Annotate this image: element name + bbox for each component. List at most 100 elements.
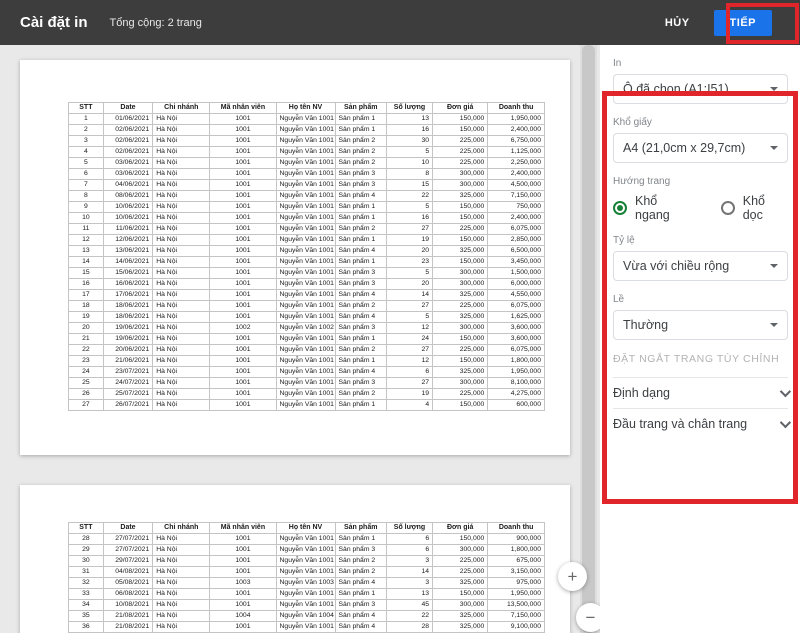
- cancel-button[interactable]: HỦY: [651, 9, 704, 37]
- table-cell: 6,075,000: [488, 301, 545, 312]
- table-cell: 150,000: [433, 257, 488, 268]
- table-header-cell: Date: [103, 523, 153, 534]
- table-cell: Hà Nội: [153, 578, 210, 589]
- next-button[interactable]: TIẾP: [714, 10, 772, 36]
- table-cell: Hà Nội: [153, 367, 210, 378]
- table-cell: 15/06/2021: [103, 268, 153, 279]
- table-cell: Nguyễn Văn 1001: [276, 301, 335, 312]
- orientation-label: Hướng trang: [613, 176, 788, 187]
- table-cell: 30: [69, 556, 104, 567]
- table-row: 2423/07/2021Hà Nội1001Nguyễn Văn 1001Sản…: [69, 367, 545, 378]
- table-cell: 13/06/2021: [103, 246, 153, 257]
- table-cell: 1001: [210, 169, 276, 180]
- table-cell: Nguyễn Văn 1001: [276, 279, 335, 290]
- table-cell: 150,000: [433, 400, 488, 411]
- table-cell: 25/07/2021: [103, 389, 153, 400]
- table-cell: Hà Nội: [153, 158, 210, 169]
- radio-portrait[interactable]: Khổ dọc: [721, 194, 788, 222]
- table-cell: 7: [69, 180, 104, 191]
- table-cell: 12: [69, 235, 104, 246]
- table-cell: 6: [69, 169, 104, 180]
- table-cell: 04/06/2021: [103, 180, 153, 191]
- table-cell: Nguyễn Văn 1001: [276, 246, 335, 257]
- paper-size-dropdown[interactable]: A4 (21,0cm x 29,7cm): [613, 133, 788, 163]
- table-cell: 225,000: [433, 389, 488, 400]
- table-cell: Nguyễn Văn 1001: [276, 389, 335, 400]
- table-cell: Nguyễn Văn 1001: [276, 180, 335, 191]
- custom-page-breaks-button[interactable]: ĐẶT NGẮT TRANG TÙY CHỈNH: [613, 353, 788, 365]
- table-cell: Nguyễn Văn 1001: [276, 257, 335, 268]
- radio-landscape[interactable]: Khổ ngang: [613, 194, 695, 222]
- table-cell: 2,850,000: [488, 235, 545, 246]
- table-cell: 300,000: [433, 180, 488, 191]
- table-cell: 1001: [210, 334, 276, 345]
- table-row: 3205/08/2021Hà Nội1003Nguyễn Văn 1003Sản…: [69, 578, 545, 589]
- preview-scrollbar-track[interactable]: [580, 45, 597, 633]
- scale-dropdown[interactable]: Vừa với chiều rộng: [613, 251, 788, 281]
- table-cell: 27: [386, 345, 432, 356]
- table-cell: 1,950,000: [488, 367, 545, 378]
- table-cell: Nguyễn Văn 1001: [276, 224, 335, 235]
- table-row: 1515/06/2021Hà Nội1001Nguyễn Văn 1001Sản…: [69, 268, 545, 279]
- table-cell: 1001: [210, 279, 276, 290]
- table-cell: 3,600,000: [488, 323, 545, 334]
- table-cell: 5: [386, 312, 432, 323]
- table-cell: 3: [69, 136, 104, 147]
- table-cell: Hà Nội: [153, 301, 210, 312]
- table-row: 2220/06/2021Hà Nội1001Nguyễn Văn 1001Sản…: [69, 345, 545, 356]
- paper-size-label: Khổ giấy: [613, 117, 788, 128]
- zoom-in-button[interactable]: +: [558, 562, 587, 591]
- table-cell: 17: [69, 290, 104, 301]
- table-cell: Sản phẩm 1: [335, 235, 386, 246]
- table-row: 2321/06/2021Hà Nội1001Nguyễn Văn 1001Sản…: [69, 356, 545, 367]
- table-cell: 325,000: [433, 191, 488, 202]
- table-cell: Nguyễn Văn 1001: [276, 567, 335, 578]
- table-cell: 3: [386, 556, 432, 567]
- table-cell: 18: [69, 301, 104, 312]
- table-cell: 1,125,000: [488, 147, 545, 158]
- preview-scrollbar-thumb[interactable]: [582, 45, 595, 633]
- table-cell: 1001: [210, 389, 276, 400]
- table-cell: 22: [69, 345, 104, 356]
- table-cell: 1001: [210, 191, 276, 202]
- headers-footers-section-toggle[interactable]: Đầu trang và chân trang: [613, 408, 788, 439]
- table-cell: 600,000: [488, 400, 545, 411]
- dropdown-arrow-icon: [770, 264, 778, 268]
- table-cell: 1001: [210, 312, 276, 323]
- table-cell: 150,000: [433, 356, 488, 367]
- table-cell: 03/06/2021: [103, 158, 153, 169]
- margins-dropdown[interactable]: Thường: [613, 310, 788, 340]
- table-row: 1111/06/2021Hà Nội1001Nguyễn Văn 1001Sản…: [69, 224, 545, 235]
- table-cell: Hà Nội: [153, 589, 210, 600]
- table-cell: Nguyễn Văn 1001: [276, 169, 335, 180]
- print-range-dropdown[interactable]: Ô đã chọn (A1:I51): [613, 74, 788, 104]
- table-cell: 4: [69, 147, 104, 158]
- table-cell: 12/06/2021: [103, 235, 153, 246]
- table-cell: Nguyễn Văn 1001: [276, 213, 335, 224]
- table-header-cell: Đơn giá: [433, 523, 488, 534]
- table-cell: Nguyễn Văn 1001: [276, 158, 335, 169]
- table-cell: 150,000: [433, 334, 488, 345]
- table-cell: 19: [69, 312, 104, 323]
- zoom-out-button[interactable]: −: [576, 603, 600, 632]
- table-cell: 1,800,000: [488, 356, 545, 367]
- table-cell: Hà Nội: [153, 600, 210, 611]
- table-row: 3521/08/2021Hà Nội1004Nguyễn Văn 1004Sản…: [69, 611, 545, 622]
- table-cell: 36: [69, 622, 104, 633]
- settings-panel: In Ô đã chọn (A1:I51) Khổ giấy A4 (21,0c…: [600, 45, 800, 633]
- table-row: 2726/07/2021Hà Nội1001Nguyễn Văn 1001Sản…: [69, 400, 545, 411]
- table-cell: 9,100,000: [488, 622, 545, 633]
- print-range-value: Ô đã chọn (A1:I51): [623, 82, 729, 96]
- table-cell: Nguyễn Văn 1001: [276, 235, 335, 246]
- table-header-row: STTDateChi nhánhMã nhân viênHọ tên NVSản…: [69, 103, 545, 114]
- table-cell: 1001: [210, 268, 276, 279]
- table-cell: Nguyễn Văn 1004: [276, 611, 335, 622]
- table-cell: 11: [69, 224, 104, 235]
- table-cell: Sản phẩm 1: [335, 114, 386, 125]
- table-cell: 300,000: [433, 279, 488, 290]
- headers-footers-section-label: Đầu trang và chân trang: [613, 417, 747, 431]
- formatting-section-toggle[interactable]: Định dạng: [613, 377, 788, 408]
- table-row: 2524/07/2021Hà Nội1001Nguyễn Văn 1001Sản…: [69, 378, 545, 389]
- table-cell: 05/08/2021: [103, 578, 153, 589]
- paper-size-value: A4 (21,0cm x 29,7cm): [623, 141, 745, 155]
